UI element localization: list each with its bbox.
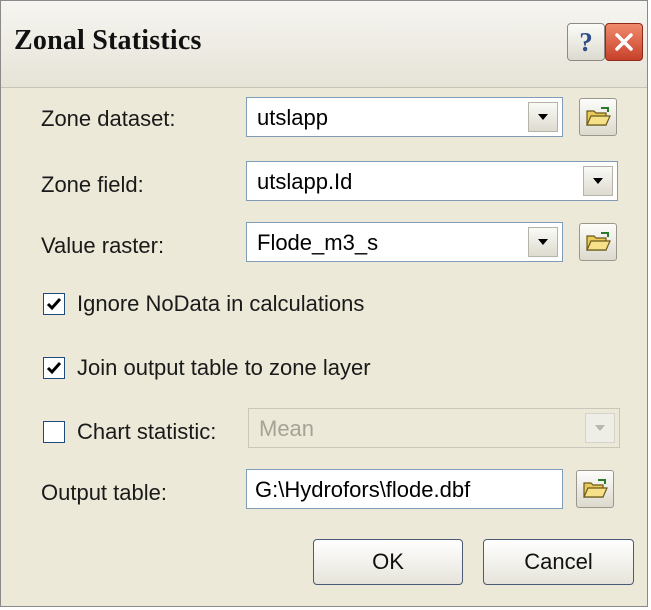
zone-field-label: Zone field: [41, 172, 144, 197]
open-folder-icon [586, 107, 611, 126]
open-folder-icon [586, 232, 611, 251]
close-button[interactable] [605, 23, 643, 61]
output-table-label: Output table: [41, 480, 167, 505]
dialog-title: Zonal Statistics [14, 25, 202, 56]
value-raster-browse-button[interactable] [579, 223, 617, 261]
chevron-down-icon [593, 178, 603, 184]
title-bar[interactable]: Zonal Statistics ? [1, 1, 647, 88]
check-icon [46, 298, 62, 311]
output-table-input[interactable]: G:\Hydrofors\flode.dbf [246, 469, 563, 509]
zone-field-select[interactable]: utslapp.Id [246, 161, 618, 201]
open-folder-icon [583, 479, 608, 498]
chevron-down-icon [595, 425, 605, 431]
value-raster-dropdown-button[interactable] [528, 227, 558, 257]
zone-dataset-browse-button[interactable] [579, 98, 617, 136]
value-raster-label: Value raster: [41, 233, 165, 258]
zone-field-value: utslapp.Id [257, 169, 353, 194]
zone-dataset-value: utslapp [257, 105, 328, 130]
chart-statistic-dropdown-button [585, 413, 615, 443]
chevron-down-icon [538, 114, 548, 120]
ignore-nodata-label: Ignore NoData in calculations [77, 291, 365, 316]
help-button[interactable]: ? [567, 23, 605, 61]
zone-dataset-label: Zone dataset: [41, 106, 176, 131]
chart-statistic-label: Chart statistic: [77, 419, 217, 444]
output-table-browse-button[interactable] [576, 470, 614, 508]
zone-dataset-select[interactable]: utslapp [246, 97, 563, 137]
chart-statistic-value: Mean [259, 416, 315, 441]
output-table-value: G:\Hydrofors\flode.dbf [255, 477, 471, 502]
chevron-down-icon [538, 239, 548, 245]
chart-statistic-checkbox[interactable] [43, 421, 65, 443]
chart-statistic-select: Mean [248, 408, 620, 448]
check-icon [46, 362, 62, 375]
value-raster-select[interactable]: Flode_m3_s [246, 222, 563, 262]
ignore-nodata-checkbox[interactable] [43, 293, 65, 315]
ok-button[interactable]: OK [313, 539, 463, 585]
zone-dataset-dropdown-button[interactable] [528, 102, 558, 132]
join-output-label: Join output table to zone layer [77, 355, 371, 380]
help-icon: ? [579, 26, 593, 57]
join-output-checkbox[interactable] [43, 357, 65, 379]
cancel-button[interactable]: Cancel [483, 539, 634, 585]
value-raster-value: Flode_m3_s [257, 230, 379, 255]
zone-field-dropdown-button[interactable] [583, 166, 613, 196]
zonal-statistics-dialog: Zonal Statistics ? Zone dataset: utslapp… [0, 0, 648, 607]
close-icon [615, 33, 633, 51]
